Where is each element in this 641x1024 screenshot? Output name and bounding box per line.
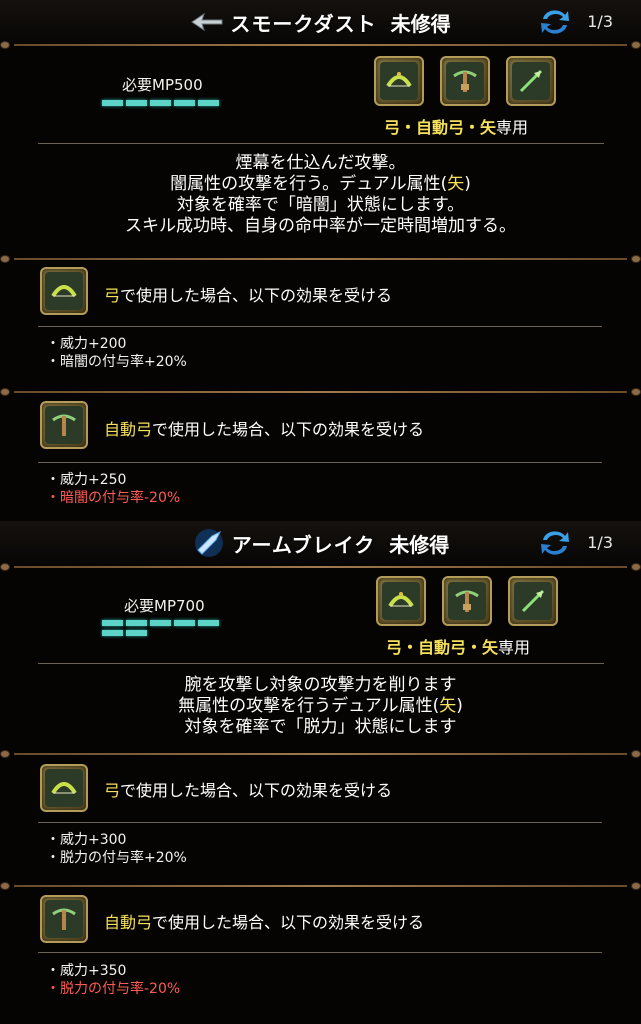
separator (38, 663, 604, 664)
effect-line: ・威力+200 (46, 336, 127, 352)
effect-condition: 弓で使用した場合、以下の効果を受ける (104, 286, 393, 305)
separator (38, 326, 602, 327)
bow-weapon-icon (40, 764, 88, 812)
effect-line: ・威力+350 (46, 963, 127, 979)
bow-weapon-icon (40, 267, 88, 315)
separator (38, 143, 604, 144)
weapon-restriction: 弓・自動弓・矢専用 (384, 114, 528, 138)
separator (38, 822, 602, 823)
desc-line: 無属性の攻撃を行うデュアル属性(矢) (178, 696, 463, 716)
effect-line: ・暗闇の付与率-20% (46, 490, 181, 506)
exclusive-label: 専用 (498, 638, 531, 657)
exclusive-label: 専用 (496, 118, 529, 137)
effect-condition: 弓で使用した場合、以下の効果を受ける (104, 781, 393, 800)
weapon-types: 弓・自動弓・矢 (386, 638, 499, 657)
learn-status: 未修得 (390, 11, 451, 36)
skill-name: アームブレイク (231, 532, 376, 557)
effect-line: ・脱力の付与率+20% (46, 850, 187, 866)
crossbow-weapon-icon (40, 895, 88, 943)
mp-cost: 必要MP500 (122, 76, 203, 94)
effect-condition: 自動弓で使用した場合、以下の効果を受ける (104, 913, 425, 932)
desc-line: 煙幕を仕込んだ攻撃。 (235, 153, 406, 173)
page-indicator: 1/3 (587, 12, 613, 31)
separator (38, 952, 602, 953)
arm-break-skill-icon (192, 526, 226, 560)
swap-icon[interactable] (539, 528, 571, 558)
weapon-restriction: 弓・自動弓・矢専用 (386, 634, 530, 658)
crossbow-weapon-icon (442, 576, 492, 626)
smoke-skill-icon (190, 5, 224, 39)
skill-description: 腕を攻撃し対象の攻撃力を削ります 無属性の攻撃を行うデュアル属性(矢) 対象を確… (0, 675, 641, 738)
effect-condition: 自動弓で使用した場合、以下の効果を受ける (104, 420, 425, 439)
desc-line: 対象を確率で「脱力」状態にします (184, 717, 457, 737)
desc-line: 腕を攻撃し対象の攻撃力を削ります (184, 675, 457, 695)
skill-name: スモークダスト (230, 11, 377, 36)
separator (38, 462, 602, 463)
mp-gauge (102, 100, 219, 106)
mp-cost: 必要MP700 (124, 597, 205, 615)
divider (0, 750, 641, 758)
divider (0, 255, 641, 263)
divider (0, 388, 641, 396)
desc-line: 対象を確率で「暗闇」状態にします。 (176, 195, 465, 215)
skill-description: 煙幕を仕込んだ攻撃。 闇属性の攻撃を行う。デュアル属性(矢) 対象を確率で「暗闇… (0, 153, 641, 237)
effect-list: ・威力+350 ・脱力の付与率-20% (46, 962, 180, 998)
skill-header-1: スモークダスト 未修得 1/3 (0, 0, 641, 44)
divider (0, 41, 641, 49)
effect-line: ・脱力の付与率-20% (46, 981, 181, 997)
arrow-weapon-icon (506, 56, 556, 106)
divider (0, 882, 641, 890)
crossbow-weapon-icon (40, 401, 88, 449)
mp-gauge (102, 620, 219, 636)
bow-weapon-icon (376, 576, 426, 626)
swap-icon[interactable] (539, 7, 571, 37)
learn-status: 未修得 (389, 532, 450, 557)
effect-list: ・威力+300 ・脱力の付与率+20% (46, 831, 187, 867)
page-indicator: 1/3 (587, 533, 613, 552)
effect-list: ・威力+250 ・暗闇の付与率-20% (46, 471, 180, 507)
crossbow-weapon-icon (440, 56, 490, 106)
arrow-weapon-icon (508, 576, 558, 626)
divider (0, 563, 641, 571)
effect-line: ・威力+300 (46, 832, 127, 848)
effect-list: ・威力+200 ・暗闇の付与率+20% (46, 335, 187, 371)
skill-header-2: アームブレイク 未修得 1/3 (0, 521, 641, 565)
weapon-types: 弓・自動弓・矢 (384, 118, 497, 137)
effect-line: ・暗闇の付与率+20% (46, 354, 187, 370)
desc-line: スキル成功時、自身の命中率が一定時間増加する。 (125, 216, 516, 236)
effect-line: ・威力+250 (46, 472, 127, 488)
bow-weapon-icon (374, 56, 424, 106)
desc-line: 闇属性の攻撃を行う。デュアル属性(矢) (170, 174, 471, 194)
